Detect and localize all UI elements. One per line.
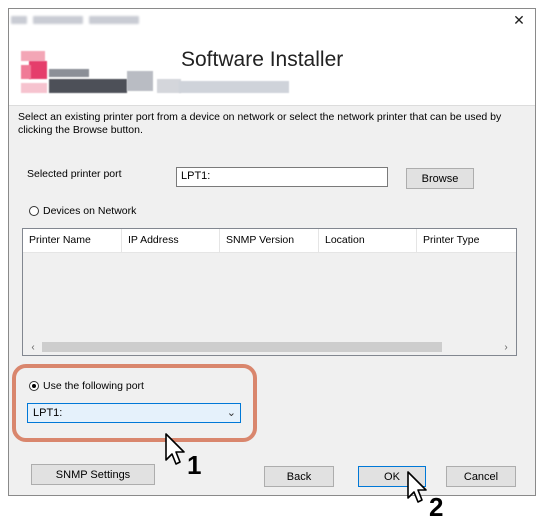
device-table[interactable]: Printer Name IP Address SNMP Version Loc… — [22, 228, 517, 356]
window-title-blurred — [33, 16, 83, 24]
printer-port-field[interactable]: LPT1: — [176, 167, 388, 187]
banner: Software Installer — [9, 31, 535, 106]
step-number-2: 2 — [429, 492, 444, 522]
close-icon[interactable]: ✕ — [513, 12, 525, 29]
back-button[interactable]: Back — [264, 466, 334, 487]
banner-title: Software Installer — [181, 48, 344, 71]
port-select[interactable]: LPT1: ⌄ — [27, 403, 241, 423]
printer-port-label: Selected printer port — [27, 168, 122, 180]
mouse-pointer-icon — [407, 471, 427, 503]
table-header: Printer Name IP Address SNMP Version Loc… — [23, 229, 516, 253]
column-header-snmp-version[interactable]: SNMP Version — [220, 229, 319, 252]
browse-button[interactable]: Browse — [406, 168, 474, 189]
scrollbar-thumb[interactable] — [42, 342, 442, 352]
column-header-printer-name[interactable]: Printer Name — [23, 229, 122, 252]
snmp-settings-button[interactable]: SNMP Settings — [31, 464, 155, 485]
horizontal-scrollbar[interactable]: ‹ › — [23, 339, 516, 355]
window-icon — [11, 16, 27, 24]
title-bar: ✕ — [9, 9, 535, 31]
chevron-down-icon: ⌄ — [226, 407, 236, 419]
use-following-port-label: Use the following port — [43, 380, 144, 392]
column-header-ip-address[interactable]: IP Address — [122, 229, 220, 252]
devices-on-network-radio[interactable] — [29, 206, 39, 216]
devices-on-network-label: Devices on Network — [43, 205, 137, 217]
use-following-port-radio[interactable] — [29, 381, 39, 391]
mouse-pointer-icon — [165, 433, 185, 465]
column-header-location[interactable]: Location — [319, 229, 417, 252]
column-header-printer-type[interactable]: Printer Type — [417, 229, 516, 252]
scroll-right-icon[interactable]: › — [498, 339, 514, 355]
cancel-button[interactable]: Cancel — [446, 466, 516, 487]
port-select-value: LPT1: — [33, 407, 63, 419]
step-number-1: 1 — [187, 450, 202, 480]
scroll-left-icon[interactable]: ‹ — [25, 339, 41, 355]
close-button[interactable]: ✕ — [505, 9, 533, 31]
window-title-blurred-2 — [89, 16, 139, 24]
banner-subtitle-blurred — [179, 81, 289, 93]
instruction-text: Select an existing printer port from a d… — [18, 111, 502, 136]
